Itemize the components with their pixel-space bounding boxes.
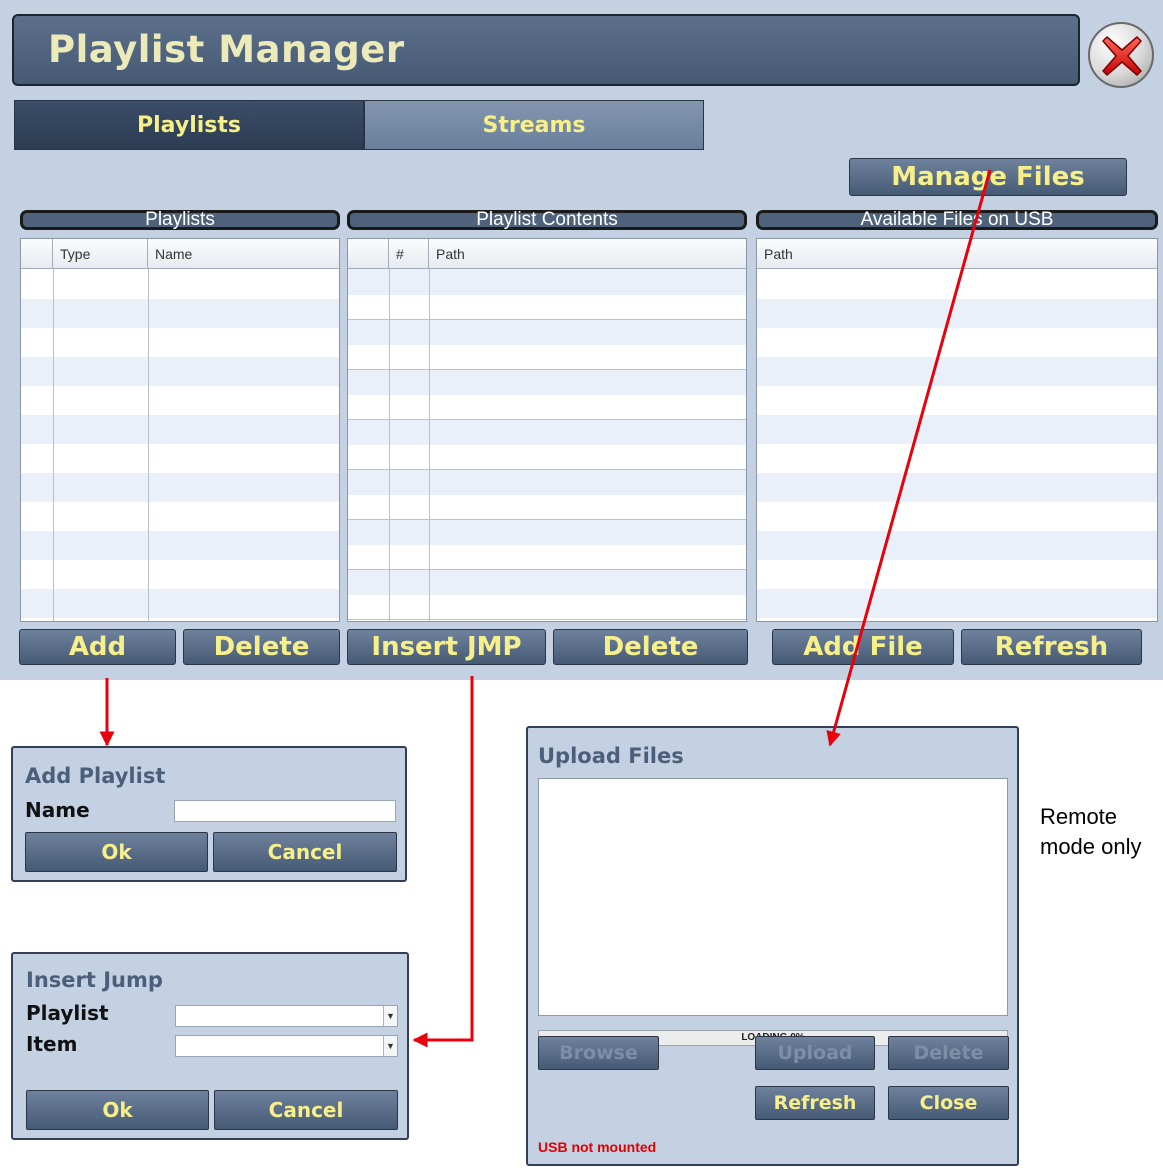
cancel-button[interactable]: Cancel (213, 832, 397, 872)
close-button[interactable] (1088, 22, 1154, 88)
playlist-label: Playlist (26, 1001, 109, 1025)
insert-jmp-button[interactable]: Insert JMP (347, 629, 546, 665)
dropdown-arrow-icon[interactable]: ▼ (383, 1036, 397, 1056)
column-header-select (348, 239, 389, 269)
close-button[interactable]: Close (888, 1086, 1009, 1120)
column-header-path[interactable]: Path (757, 239, 1157, 269)
item-select[interactable]: ▼ (175, 1035, 398, 1057)
playlist-contents-table[interactable]: # Path (347, 238, 747, 622)
column-header-path[interactable]: Path (429, 239, 746, 269)
add-file-button[interactable]: Add File (772, 629, 954, 665)
playlist-name-input[interactable] (174, 800, 396, 822)
close-icon (1102, 36, 1142, 76)
browse-button[interactable]: Browse (538, 1036, 659, 1070)
ok-button[interactable]: Ok (26, 1090, 209, 1130)
insert-jump-dialog: Insert Jump Playlist ▼ Item ▼ Ok Cancel (11, 952, 409, 1140)
name-label: Name (25, 798, 90, 822)
playlists-table[interactable]: Type Name (20, 238, 340, 622)
column-header-name[interactable]: Name (148, 239, 339, 269)
column-header-number[interactable]: # (389, 239, 429, 269)
upload-file-list[interactable] (538, 778, 1008, 1016)
usb-files-table-header: Path (757, 239, 1157, 269)
playlist-contents-section-header: Playlist Contents (347, 209, 747, 230)
playlist-manager-panel: Playlist Manager Playlists Streams Manag… (0, 0, 1163, 680)
usb-status-text: USB not mounted (538, 1139, 657, 1155)
window-title: Playlist Manager (48, 28, 405, 71)
playlists-table-header: Type Name (21, 239, 339, 269)
playlist-contents-table-header: # Path (348, 239, 746, 269)
upload-button[interactable]: Upload (755, 1036, 875, 1070)
upload-files-dialog: Upload Files LOADING 0% Browse Upload De… (526, 726, 1019, 1166)
column-header-select (21, 239, 53, 269)
tab-playlists[interactable]: Playlists (14, 100, 364, 150)
dialog-title: Upload Files (538, 744, 684, 768)
dialog-title: Insert Jump (26, 968, 163, 992)
column-header-type[interactable]: Type (53, 239, 148, 269)
ok-button[interactable]: Ok (25, 832, 208, 872)
arrow-insertjmp-to-dialog (412, 676, 474, 1048)
delete-playlist-button[interactable]: Delete (183, 629, 340, 665)
remote-mode-note: Remote mode only (1040, 804, 1142, 859)
refresh-button[interactable]: Refresh (755, 1086, 875, 1120)
playlists-section-header: Playlists (20, 209, 340, 230)
cancel-button[interactable]: Cancel (214, 1090, 398, 1130)
dialog-title: Add Playlist (25, 764, 166, 788)
delete-item-button[interactable]: Delete (553, 629, 748, 665)
playlist-select[interactable]: ▼ (175, 1005, 398, 1027)
add-playlist-button[interactable]: Add (19, 629, 176, 665)
add-playlist-dialog: Add Playlist Name Ok Cancel (11, 746, 407, 882)
refresh-files-button[interactable]: Refresh (961, 629, 1142, 665)
usb-files-section-header: Available Files on USB (756, 209, 1158, 230)
item-label: Item (26, 1032, 78, 1056)
tab-streams[interactable]: Streams (364, 100, 704, 150)
usb-files-table[interactable]: Path (756, 238, 1158, 622)
dropdown-arrow-icon[interactable]: ▼ (383, 1006, 397, 1026)
manage-files-button[interactable]: Manage Files (849, 158, 1127, 196)
delete-button[interactable]: Delete (888, 1036, 1009, 1070)
title-bar: Playlist Manager (12, 14, 1080, 86)
